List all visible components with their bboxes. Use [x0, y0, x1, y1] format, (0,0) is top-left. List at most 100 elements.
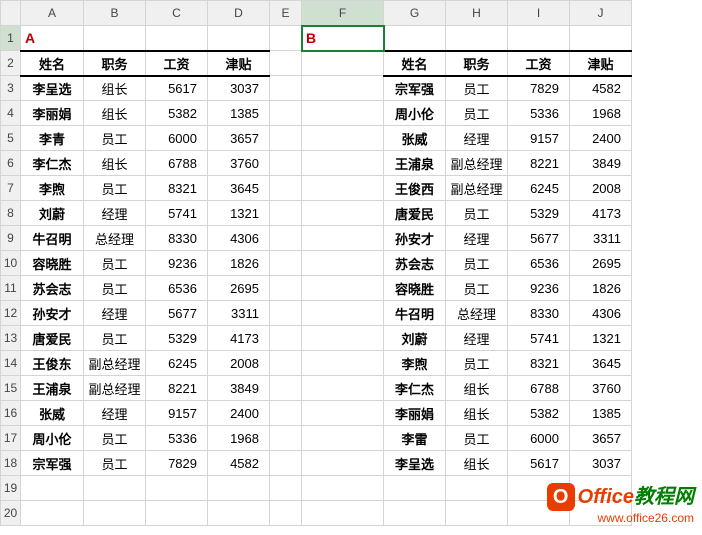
cell-C20[interactable]: [146, 501, 208, 526]
cell-H12[interactable]: 总经理: [446, 301, 508, 326]
cell-D20[interactable]: [208, 501, 270, 526]
row-header[interactable]: 1: [1, 26, 21, 51]
cell-E8[interactable]: [270, 201, 302, 226]
cell-E16[interactable]: [270, 401, 302, 426]
cell-I16[interactable]: 5382: [508, 401, 570, 426]
cell-G2[interactable]: 姓名: [384, 51, 446, 76]
cell-C3[interactable]: 5617: [146, 76, 208, 101]
cell-D14[interactable]: 2008: [208, 351, 270, 376]
cell-G19[interactable]: [384, 476, 446, 501]
cell-I4[interactable]: 5336: [508, 101, 570, 126]
cell-H1[interactable]: [446, 26, 508, 51]
cell-C7[interactable]: 8321: [146, 176, 208, 201]
col-header-B[interactable]: B: [84, 1, 146, 26]
cell-F8[interactable]: [302, 201, 384, 226]
cell-B7[interactable]: 员工: [84, 176, 146, 201]
cell-H14[interactable]: 员工: [446, 351, 508, 376]
cell-H17[interactable]: 员工: [446, 426, 508, 451]
cell-A16[interactable]: 张威: [21, 401, 84, 426]
row-header[interactable]: 16: [1, 401, 21, 426]
cell-E19[interactable]: [270, 476, 302, 501]
row-header[interactable]: 18: [1, 451, 21, 476]
row-header[interactable]: 7: [1, 176, 21, 201]
cell-C14[interactable]: 6245: [146, 351, 208, 376]
cell-E14[interactable]: [270, 351, 302, 376]
col-header-F[interactable]: F: [302, 1, 384, 26]
cell-A8[interactable]: 刘蔚: [21, 201, 84, 226]
cell-F3[interactable]: [302, 76, 384, 101]
spreadsheet-grid[interactable]: A B C D E F G H I J 1AB2姓名职务工资津贴姓名职务工资津贴…: [0, 0, 632, 526]
cell-D1[interactable]: [208, 26, 270, 51]
cell-B13[interactable]: 员工: [84, 326, 146, 351]
cell-H3[interactable]: 员工: [446, 76, 508, 101]
cell-D6[interactable]: 3760: [208, 151, 270, 176]
row-header[interactable]: 4: [1, 101, 21, 126]
cell-A4[interactable]: 李丽娟: [21, 101, 84, 126]
cell-E13[interactable]: [270, 326, 302, 351]
cell-G12[interactable]: 牛召明: [384, 301, 446, 326]
cell-I11[interactable]: 9236: [508, 276, 570, 301]
cell-B15[interactable]: 副总经理: [84, 376, 146, 401]
cell-J18[interactable]: 3037: [570, 451, 632, 476]
cell-F2[interactable]: [302, 51, 384, 76]
cell-B12[interactable]: 经理: [84, 301, 146, 326]
cell-B2[interactable]: 职务: [84, 51, 146, 76]
cell-E7[interactable]: [270, 176, 302, 201]
row-header[interactable]: 3: [1, 76, 21, 101]
cell-E1[interactable]: [270, 26, 302, 51]
cell-B19[interactable]: [84, 476, 146, 501]
cell-I9[interactable]: 5677: [508, 226, 570, 251]
cell-I18[interactable]: 5617: [508, 451, 570, 476]
col-header-A[interactable]: A: [21, 1, 84, 26]
cell-A9[interactable]: 牛召明: [21, 226, 84, 251]
cell-H18[interactable]: 组长: [446, 451, 508, 476]
col-header-E[interactable]: E: [270, 1, 302, 26]
cell-I3[interactable]: 7829: [508, 76, 570, 101]
cell-H10[interactable]: 员工: [446, 251, 508, 276]
cell-A19[interactable]: [21, 476, 84, 501]
cell-A12[interactable]: 孙安才: [21, 301, 84, 326]
cell-C17[interactable]: 5336: [146, 426, 208, 451]
cell-E6[interactable]: [270, 151, 302, 176]
cell-F15[interactable]: [302, 376, 384, 401]
col-header-C[interactable]: C: [146, 1, 208, 26]
cell-F4[interactable]: [302, 101, 384, 126]
cell-F17[interactable]: [302, 426, 384, 451]
cell-D16[interactable]: 2400: [208, 401, 270, 426]
cell-C12[interactable]: 5677: [146, 301, 208, 326]
cell-B3[interactable]: 组长: [84, 76, 146, 101]
cell-I15[interactable]: 6788: [508, 376, 570, 401]
cell-H19[interactable]: [446, 476, 508, 501]
cell-J10[interactable]: 2695: [570, 251, 632, 276]
cell-I17[interactable]: 6000: [508, 426, 570, 451]
cell-D2[interactable]: 津贴: [208, 51, 270, 76]
cell-A13[interactable]: 唐爱民: [21, 326, 84, 351]
cell-A11[interactable]: 苏会志: [21, 276, 84, 301]
cell-J16[interactable]: 1385: [570, 401, 632, 426]
cell-C8[interactable]: 5741: [146, 201, 208, 226]
row-header[interactable]: 9: [1, 226, 21, 251]
cell-D8[interactable]: 1321: [208, 201, 270, 226]
col-header-G[interactable]: G: [384, 1, 446, 26]
cell-B4[interactable]: 组长: [84, 101, 146, 126]
cell-B6[interactable]: 组长: [84, 151, 146, 176]
cell-E20[interactable]: [270, 501, 302, 526]
cell-D5[interactable]: 3657: [208, 126, 270, 151]
cell-B9[interactable]: 总经理: [84, 226, 146, 251]
cell-E12[interactable]: [270, 301, 302, 326]
cell-F18[interactable]: [302, 451, 384, 476]
cell-A2[interactable]: 姓名: [21, 51, 84, 76]
col-header-J[interactable]: J: [570, 1, 632, 26]
cell-G16[interactable]: 李丽娟: [384, 401, 446, 426]
cell-B20[interactable]: [84, 501, 146, 526]
cell-F5[interactable]: [302, 126, 384, 151]
cell-C5[interactable]: 6000: [146, 126, 208, 151]
cell-E15[interactable]: [270, 376, 302, 401]
cell-J9[interactable]: 3311: [570, 226, 632, 251]
cell-F14[interactable]: [302, 351, 384, 376]
cell-E18[interactable]: [270, 451, 302, 476]
cell-D3[interactable]: 3037: [208, 76, 270, 101]
col-header-I[interactable]: I: [508, 1, 570, 26]
cell-B16[interactable]: 经理: [84, 401, 146, 426]
cell-D19[interactable]: [208, 476, 270, 501]
